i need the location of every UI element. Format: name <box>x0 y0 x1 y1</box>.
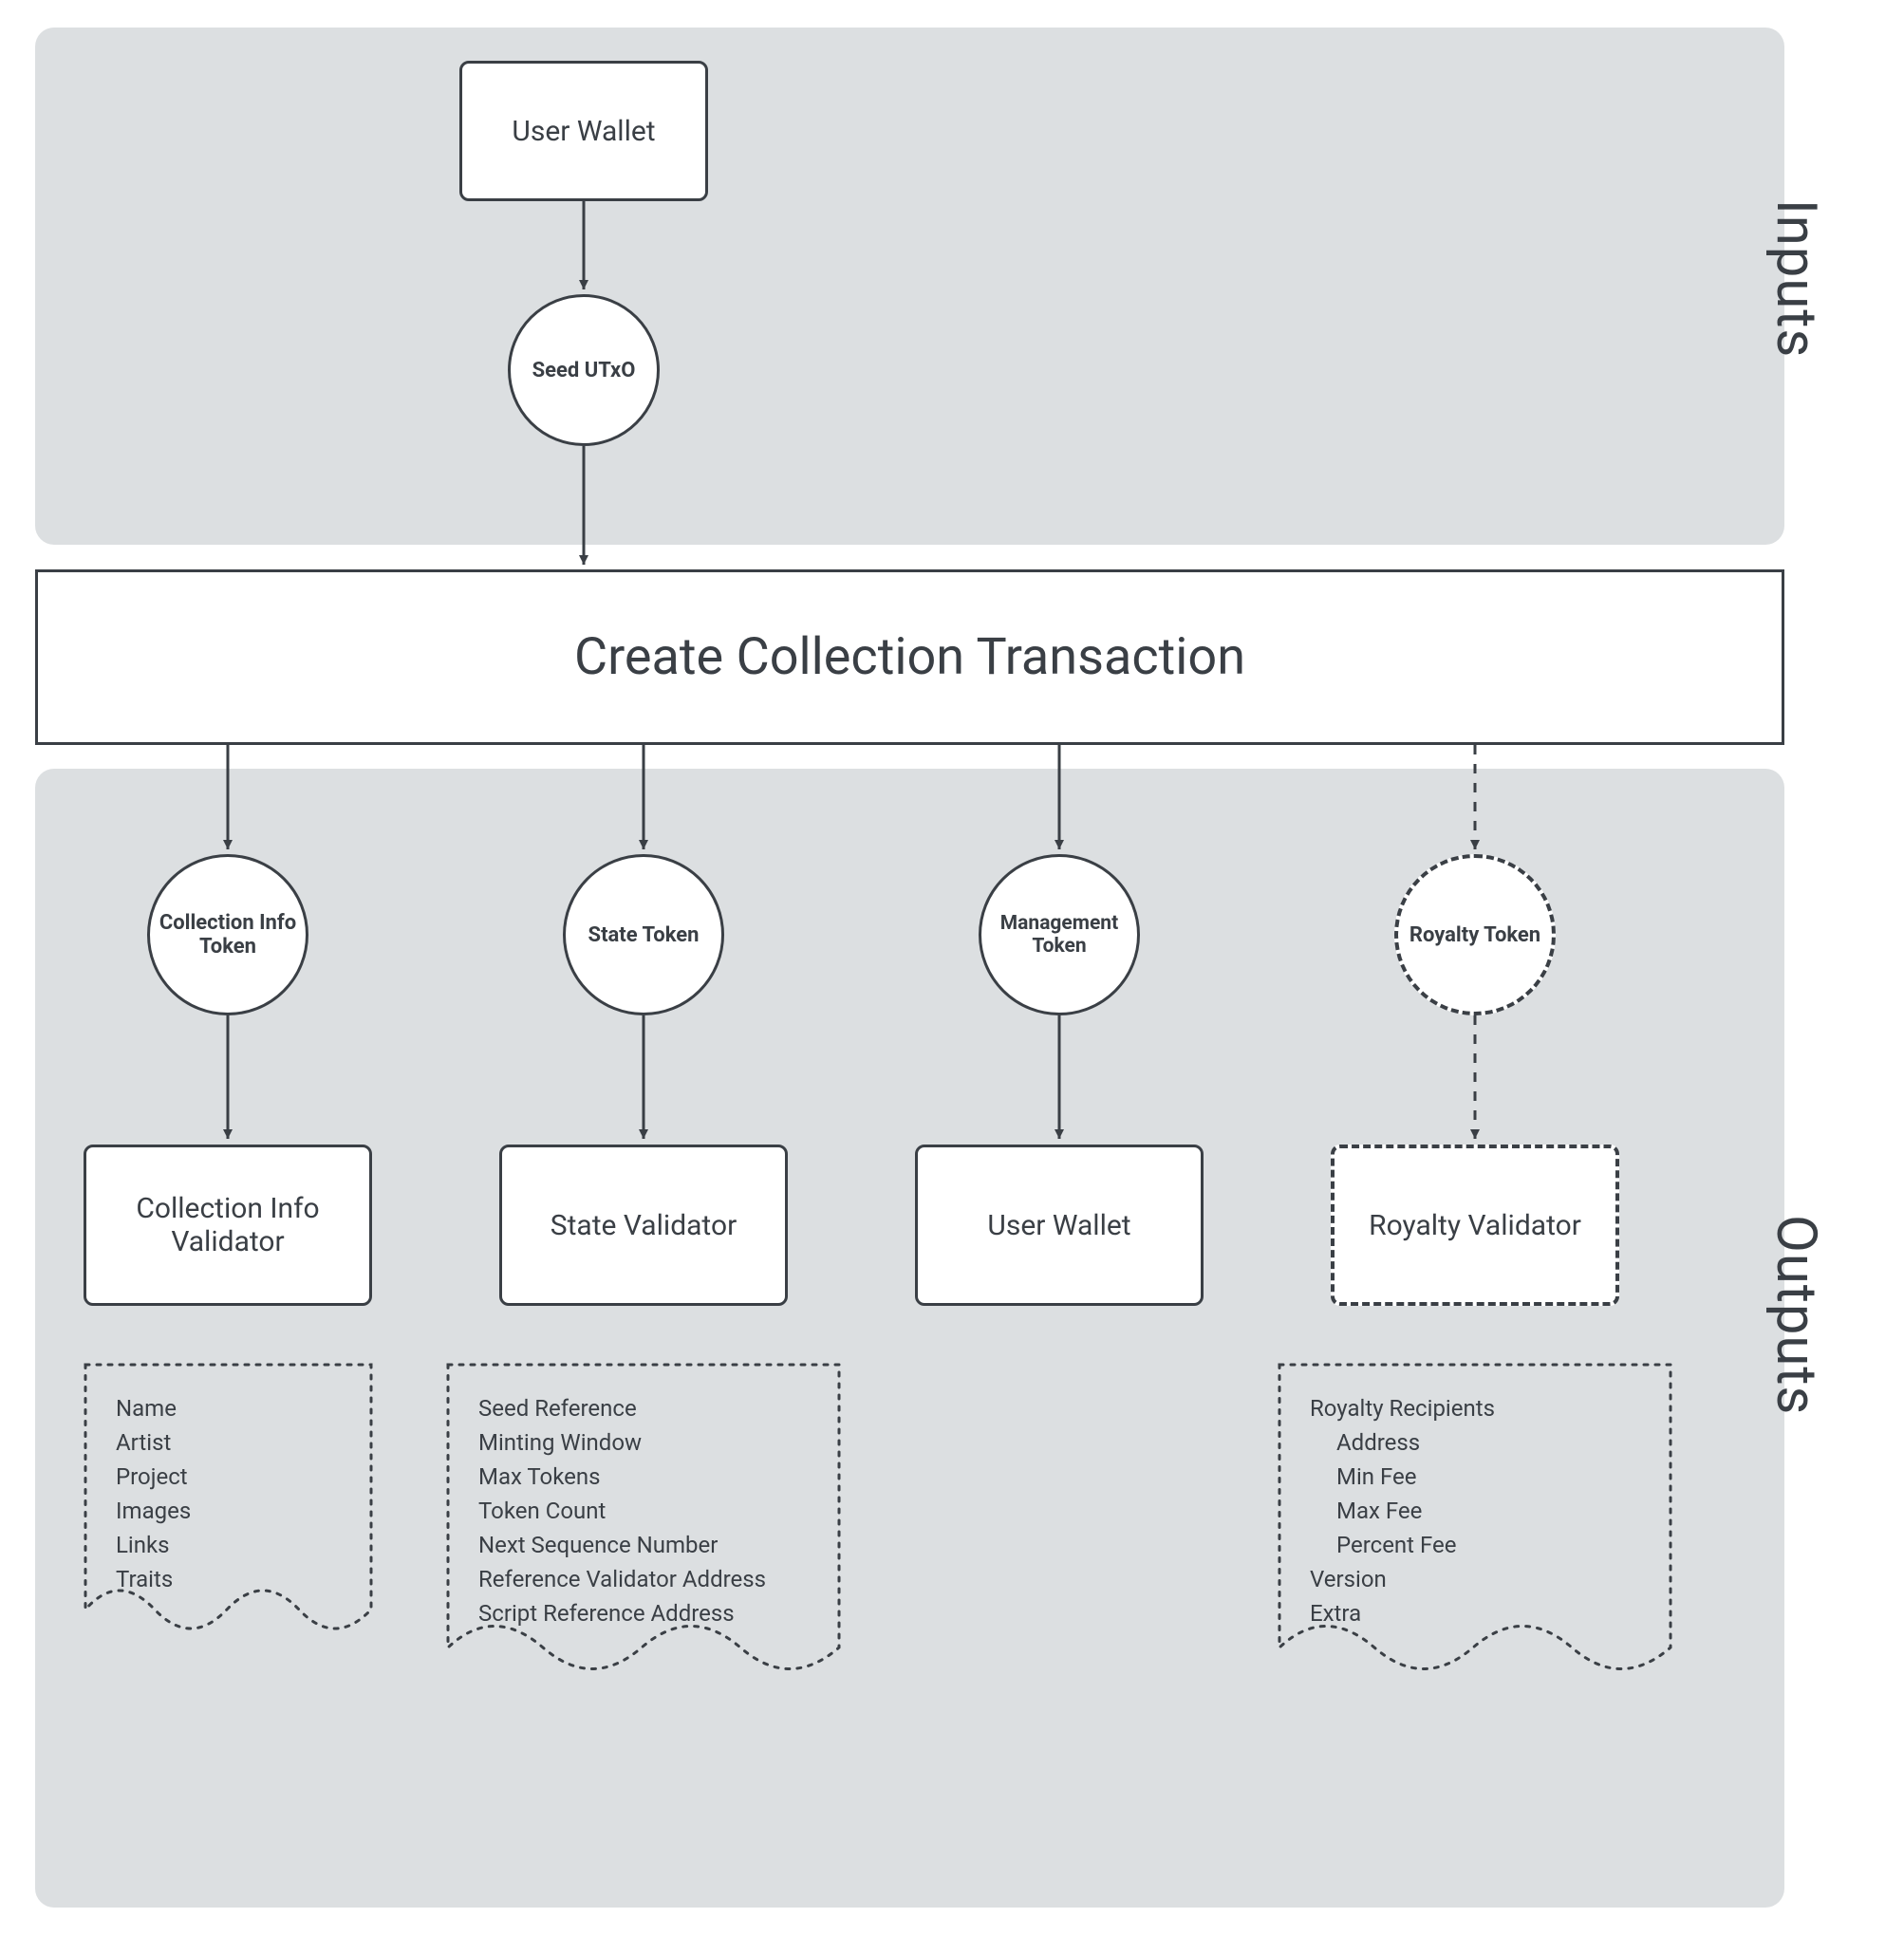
management-token-label: Management Token <box>989 912 1129 958</box>
user-wallet-output-box: User Wallet <box>915 1145 1204 1306</box>
inputs-section-label: Inputs <box>1764 199 1828 358</box>
note-line: Min Fee <box>1310 1460 1640 1494</box>
outputs-section-label: Outputs <box>1764 1215 1828 1415</box>
state-token-circle: State Token <box>563 854 724 1015</box>
note-line: Images <box>116 1494 341 1528</box>
royalty-token-circle: Royalty Token <box>1394 854 1556 1015</box>
note-line: Royalty Recipients <box>1310 1391 1640 1425</box>
royalty-token-label: Royalty Token <box>1409 923 1540 947</box>
state-note: Seed Reference Minting Window Max Tokens… <box>446 1363 841 1630</box>
note-line: Version <box>1310 1562 1640 1596</box>
seed-utxo-circle: Seed UTxO <box>508 294 660 446</box>
note-line: Links <box>116 1528 341 1562</box>
note-line: Seed Reference <box>478 1391 809 1425</box>
inputs-panel <box>35 28 1784 545</box>
user-wallet-output-label: User Wallet <box>987 1209 1130 1242</box>
note-line: Percent Fee <box>1310 1528 1640 1562</box>
user-wallet-input-label: User Wallet <box>512 115 655 148</box>
collection-info-validator-box: Collection Info Validator <box>84 1145 372 1306</box>
seed-utxo-label: Seed UTxO <box>532 359 636 382</box>
state-token-label: State Token <box>588 923 700 947</box>
state-validator-box: State Validator <box>499 1145 788 1306</box>
royalty-validator-box: Royalty Validator <box>1331 1145 1619 1306</box>
collection-info-token-circle: Collection Info Token <box>147 854 308 1015</box>
note-line: Minting Window <box>478 1425 809 1460</box>
create-collection-transaction-box: Create Collection Transaction <box>35 569 1784 745</box>
user-wallet-input-box: User Wallet <box>459 61 708 201</box>
note-line: Address <box>1310 1425 1640 1460</box>
collection-info-note: Name Artist Project Images Links Traits <box>84 1363 373 1596</box>
note-line: Max Fee <box>1310 1494 1640 1528</box>
note-line: Name <box>116 1391 341 1425</box>
state-validator-label: State Validator <box>551 1209 737 1242</box>
royalty-note: Royalty Recipients Address Min Fee Max F… <box>1278 1363 1672 1630</box>
note-line: Script Reference Address <box>478 1596 809 1630</box>
create-collection-transaction-label: Create Collection Transaction <box>574 627 1245 687</box>
collection-info-token-label: Collection Info Token <box>158 911 298 959</box>
note-line: Extra <box>1310 1596 1640 1630</box>
note-line: Traits <box>116 1562 341 1596</box>
note-line: Next Sequence Number <box>478 1528 809 1562</box>
note-line: Max Tokens <box>478 1460 809 1494</box>
management-token-circle: Management Token <box>979 854 1140 1015</box>
note-line: Artist <box>116 1425 341 1460</box>
collection-info-validator-label: Collection Info Validator <box>100 1192 356 1258</box>
note-line: Project <box>116 1460 341 1494</box>
royalty-validator-label: Royalty Validator <box>1369 1209 1581 1242</box>
note-line: Token Count <box>478 1494 809 1528</box>
note-line: Reference Validator Address <box>478 1562 809 1596</box>
